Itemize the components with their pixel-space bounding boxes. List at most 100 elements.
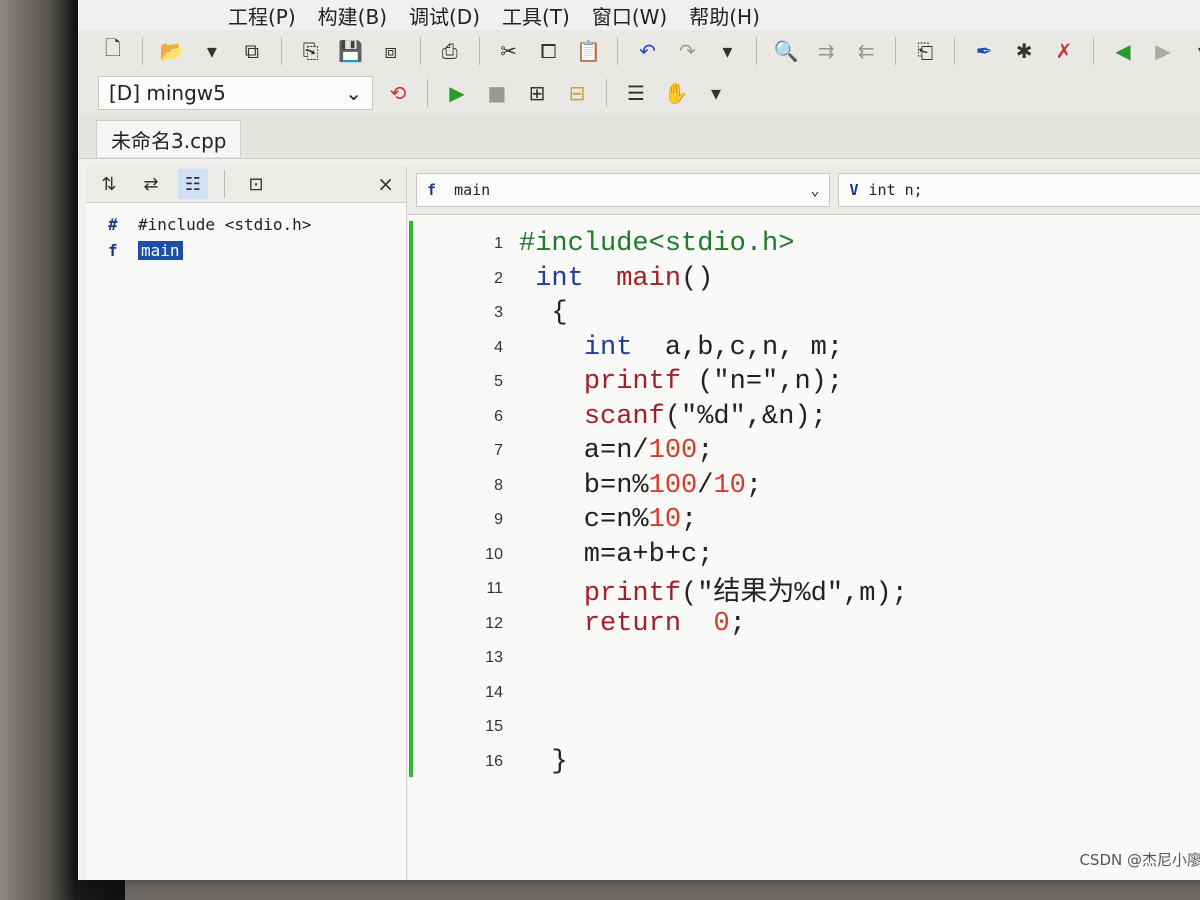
show-inherited-icon[interactable]: ☷ xyxy=(178,169,208,199)
code-line[interactable]: 12 return 0; xyxy=(458,607,908,642)
line-number: 6 xyxy=(494,407,503,425)
chevron-down-icon: ⌄ xyxy=(810,181,820,199)
tree-item-main[interactable]: f main xyxy=(108,237,406,263)
code-text: printf("结果为%d",m); xyxy=(583,579,908,610)
class-browser-toolbar: ⇅ ⇄ ☷ ⊡ × xyxy=(86,166,406,203)
paste-icon[interactable]: 📋 xyxy=(574,36,604,66)
code-text: printf ("n=",n); xyxy=(583,367,844,398)
bookmark-icon[interactable]: ✒ xyxy=(969,36,999,66)
code-lines: 1 #include<stdio.h> 2 int main() 3 {4 int a… xyxy=(458,227,908,779)
menu-debug[interactable]: 调试(D) xyxy=(409,1,480,30)
find-next-icon[interactable]: ⇉ xyxy=(811,36,841,66)
dropdown-arrow-icon[interactable]: ▾ xyxy=(197,36,227,66)
code-text: a=n/100; xyxy=(519,436,714,467)
sort-type-icon[interactable]: ⇄ xyxy=(136,169,166,199)
hand-icon[interactable]: ✋ xyxy=(661,78,691,108)
redo-icon[interactable]: ↷ xyxy=(672,36,702,66)
rebuild-icon[interactable]: ⟲ xyxy=(383,78,413,108)
compiler-name: [D] mingw5 xyxy=(109,81,226,105)
stop-icon[interactable]: ■ xyxy=(482,78,512,108)
dropdown-arrow-icon[interactable]: ▾ xyxy=(1188,36,1200,66)
debug-icon[interactable]: ☰ xyxy=(621,78,651,108)
code-line[interactable]: 8 b=n%100/10; xyxy=(458,469,908,504)
menu-project[interactable]: 工程(P) xyxy=(228,1,296,30)
menu-build[interactable]: 构建(B) xyxy=(318,1,387,30)
code-line[interactable]: 2 int main() xyxy=(458,262,908,297)
code-line[interactable]: 11 printf("结果为%d",m); xyxy=(458,572,908,610)
code-text: return 0; xyxy=(583,608,746,639)
save-all-icon[interactable]: ⧈ xyxy=(376,36,406,66)
function-scope-select[interactable]: f main ⌄ xyxy=(416,173,831,207)
close-icon[interactable]: × xyxy=(377,172,394,196)
sort-alpha-icon[interactable]: ⇅ xyxy=(94,169,124,199)
toolbar-separator xyxy=(419,37,421,65)
find-previous-icon[interactable]: ⇇ xyxy=(851,36,881,66)
code-area[interactable]: 1 #include<stdio.h> 2 int main() 3 {4 int a… xyxy=(408,215,1200,880)
code-line[interactable]: 13 xyxy=(458,641,908,676)
copy-icon[interactable]: ⧠ xyxy=(534,36,564,66)
line-number: 3 xyxy=(494,304,503,322)
code-text: scanf("%d",&n); xyxy=(583,401,827,432)
code-line[interactable]: 5 printf ("n=",n); xyxy=(458,365,908,400)
goto-icon[interactable]: ⎗ xyxy=(910,36,940,66)
code-line[interactable]: 7 a=n/100; xyxy=(458,434,908,469)
modified-lines-bar xyxy=(409,221,413,777)
code-text: } xyxy=(519,746,568,777)
line-number: 14 xyxy=(485,683,503,701)
tree-item-include[interactable]: # #include <stdio.h> xyxy=(108,211,406,237)
compiler-select[interactable]: [D] mingw5 ⌄ xyxy=(98,76,373,110)
bookmark-clear-icon[interactable]: ✗ xyxy=(1049,36,1079,66)
back-arrow-icon[interactable]: ◀ xyxy=(1108,36,1138,66)
function-icon: f xyxy=(427,181,437,199)
save-icon[interactable]: 💾 xyxy=(336,36,366,66)
tab-file[interactable]: 未命名3.cpp xyxy=(96,120,242,157)
main-toolbar: 🗋 📂 ▾ ⧉ ⎘ 💾 ⧈ ⎙ ✂ ⧠ 📋 ↶ ↷ ▾ 🔍 ⇉ ⇇ ⎗ ✒ ✱ … xyxy=(78,30,1200,72)
compile-icon[interactable]: ⊞ xyxy=(522,78,552,108)
compile-run-icon[interactable]: ⊟ xyxy=(562,78,592,108)
function-icon: f xyxy=(108,240,118,260)
code-line[interactable]: 4 int a,b,c,n, m; xyxy=(458,331,908,366)
code-text: m=a+b+c; xyxy=(519,539,714,570)
dropdown-arrow-icon[interactable]: ▾ xyxy=(712,36,742,66)
toolbar-separator xyxy=(617,37,619,65)
line-number: 2 xyxy=(494,269,503,287)
menu-tools[interactable]: 工具(T) xyxy=(502,1,570,30)
hash-icon: # xyxy=(108,214,118,234)
code-line[interactable]: 15 xyxy=(458,710,908,745)
tree-item-label: main xyxy=(138,240,183,260)
undo-icon[interactable]: ↶ xyxy=(632,36,662,66)
code-text: #include<stdio.h> xyxy=(519,229,795,260)
dropdown-arrow-icon[interactable]: ▾ xyxy=(701,78,731,108)
editor-tab-bar: 未命名3.cpp xyxy=(78,114,1200,159)
code-line[interactable]: 3 { xyxy=(458,296,908,331)
find-icon[interactable]: 🔍 xyxy=(771,36,801,66)
open-folder-icon[interactable]: 📂 xyxy=(157,36,187,66)
menu-bar: 工程(P) 构建(B) 调试(D) 工具(T) 窗口(W) 帮助(H) xyxy=(78,0,1200,30)
run-icon[interactable]: ▶ xyxy=(442,78,472,108)
new-file-icon[interactable]: 🗋 xyxy=(98,36,128,66)
line-number: 8 xyxy=(494,476,503,494)
code-line[interactable]: 14 xyxy=(458,676,908,711)
code-line[interactable]: 1 #include<stdio.h> xyxy=(458,227,908,262)
bookmark-toggle-icon[interactable]: ✱ xyxy=(1009,36,1039,66)
menu-help[interactable]: 帮助(H) xyxy=(689,1,760,30)
forward-arrow-icon[interactable]: ▶ xyxy=(1148,36,1178,66)
menu-window[interactable]: 窗口(W) xyxy=(592,1,667,30)
cut-icon[interactable]: ✂ xyxy=(494,36,524,66)
variable-scope-select[interactable]: V int n; xyxy=(838,173,1200,207)
goto-definition-icon[interactable]: ⊡ xyxy=(241,169,271,199)
open-project-icon[interactable]: ⧉ xyxy=(237,36,267,66)
code-line[interactable]: 10 m=a+b+c; xyxy=(458,538,908,573)
toolbar-separator xyxy=(756,37,758,65)
print-icon[interactable]: ⎙ xyxy=(435,36,465,66)
code-line[interactable]: 16 } xyxy=(458,745,908,780)
code-line[interactable]: 9 c=n%10; xyxy=(458,503,908,538)
scope-variable: int n; xyxy=(868,181,923,199)
code-line[interactable]: 6 scanf("%d",&n); xyxy=(458,400,908,435)
line-number: 7 xyxy=(494,442,503,460)
toolbar-separator xyxy=(478,37,480,65)
class-tree: # #include <stdio.h> f main xyxy=(86,203,406,263)
line-number: 5 xyxy=(494,373,503,391)
close-file-icon[interactable]: ⎘ xyxy=(296,36,326,66)
variable-icon: V xyxy=(849,181,859,199)
